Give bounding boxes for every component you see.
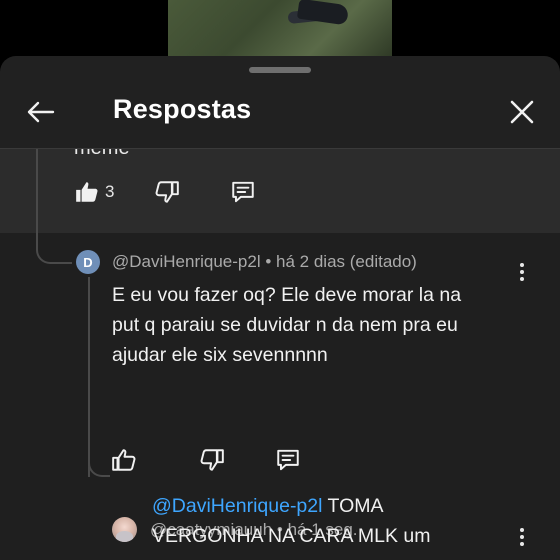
avatar[interactable]: D <box>76 250 100 274</box>
comment-author[interactable]: @DaviHenrique-p2l <box>112 252 261 271</box>
comment-time: há 2 dias (editado) <box>276 252 417 271</box>
dislike-button[interactable] <box>154 179 180 205</box>
avatar[interactable] <box>112 517 137 542</box>
like-button[interactable] <box>111 447 137 473</box>
reply-icon <box>232 181 255 203</box>
comment-line: E eu vou fazer oq? Ele deve morar la na <box>112 284 462 306</box>
dislike-icon <box>156 181 180 203</box>
comment-text: TOMA <box>322 495 384 517</box>
comment-line: put q paraiu se duvidar n da nem pra eu <box>112 314 458 336</box>
thread-connector <box>88 433 110 477</box>
like-icon <box>76 182 98 202</box>
replies-sheet: Respostas meme 3 <box>0 56 560 560</box>
thread-connector <box>36 233 72 264</box>
sheet-header: Respostas <box>0 84 560 146</box>
close-button[interactable] <box>502 92 542 132</box>
dislike-button[interactable] <box>199 447 225 473</box>
more-vert-icon <box>520 528 524 532</box>
sheet-title: Respostas <box>113 94 252 124</box>
video-preview <box>0 0 560 56</box>
reply-button[interactable] <box>275 447 301 473</box>
thread-line <box>36 149 38 233</box>
reply-button[interactable] <box>230 179 256 205</box>
video-thumbnail <box>168 0 392 56</box>
parent-actions: 3 <box>74 179 256 205</box>
mention-link[interactable]: @DaviHenrique-p2l <box>152 495 322 517</box>
comment-body: E eu vou fazer oq? Ele deve morar la na … <box>112 280 461 370</box>
like-button[interactable]: 3 <box>74 179 114 205</box>
dislike-icon <box>200 449 224 471</box>
comment-line: ajudar ele six sevennnnn <box>112 344 328 366</box>
like-count: 3 <box>105 182 115 201</box>
back-button[interactable] <box>20 92 60 132</box>
back-arrow-icon <box>27 101 55 123</box>
meta-separator: • <box>265 252 272 271</box>
more-vert-icon <box>520 263 524 267</box>
parent-comment: meme 3 <box>0 149 560 233</box>
parent-comment-text: meme <box>74 149 130 160</box>
comment-body: @DaviHenrique-p2l TOMA VERGONHA NA CARA … <box>152 491 431 551</box>
drag-handle[interactable] <box>249 67 311 73</box>
reply-icon <box>277 449 299 471</box>
close-icon <box>510 100 534 124</box>
reply-actions <box>111 447 301 473</box>
more-options-button[interactable] <box>510 522 534 552</box>
comment-line: VERGONHA NA CARA MLK um <box>152 525 431 547</box>
comment-meta: @DaviHenrique-p2l • há 2 dias (editado) <box>112 252 417 272</box>
like-icon <box>112 449 136 471</box>
more-options-button[interactable] <box>510 257 534 287</box>
